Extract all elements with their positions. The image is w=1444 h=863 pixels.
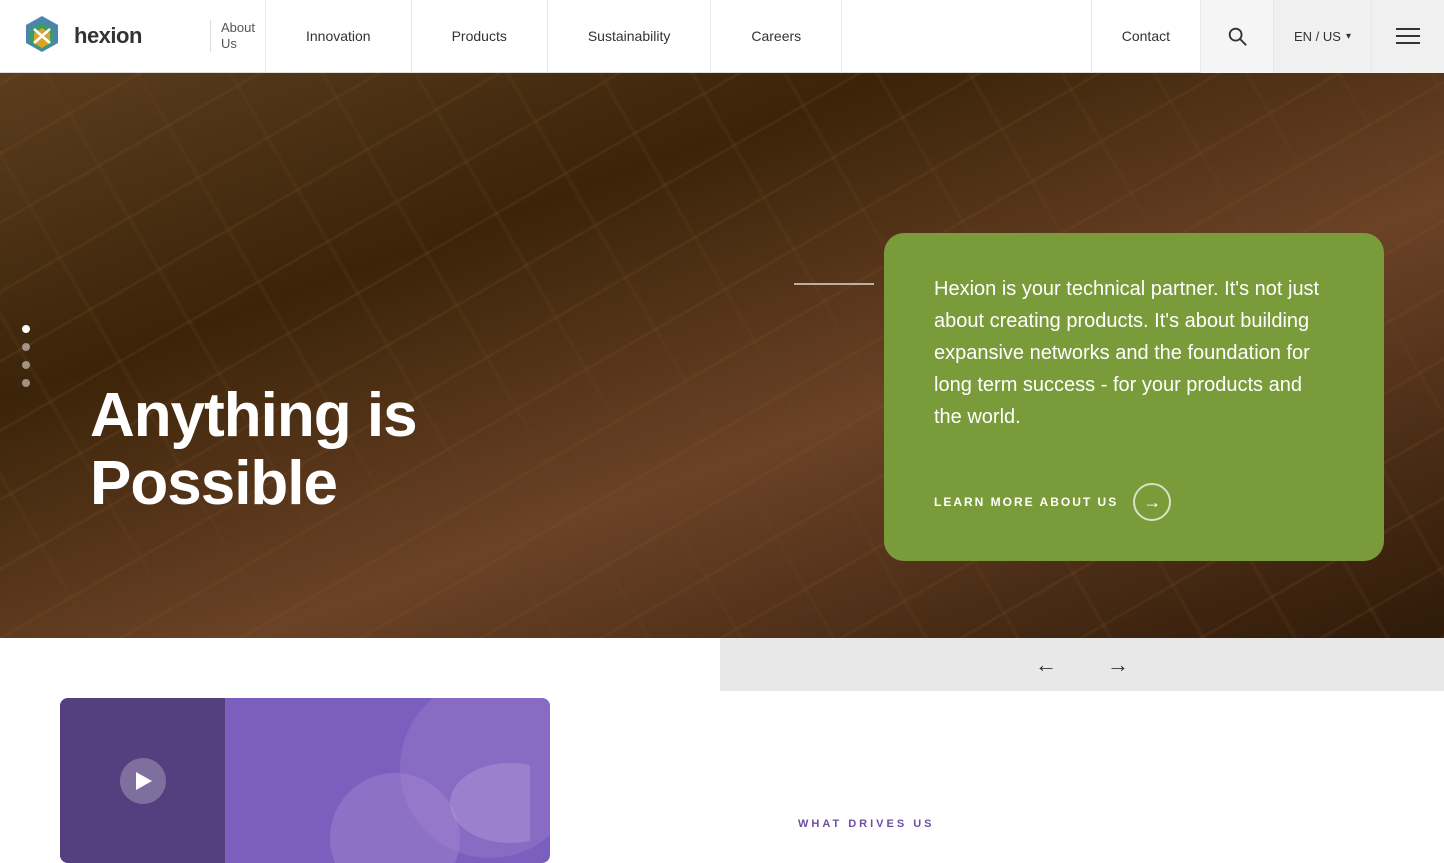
learn-more-label: LEARN MORE ABOUT US: [934, 495, 1118, 509]
slide-dots: [22, 325, 30, 387]
about-us-label[interactable]: About Us: [210, 20, 265, 51]
arrow-left-icon: ←: [1035, 652, 1057, 678]
info-card-text: Hexion is your technical partner. It's n…: [934, 273, 1334, 433]
learn-more-button[interactable]: LEARN MORE ABOUT US →: [934, 483, 1334, 521]
info-card: Hexion is your technical partner. It's n…: [884, 233, 1384, 561]
search-button[interactable]: [1200, 0, 1273, 73]
video-decorations: [220, 698, 550, 863]
arrow-right-icon: →: [1107, 652, 1129, 678]
info-card-dash-decoration: [794, 283, 874, 285]
slide-dot-2[interactable]: [22, 343, 30, 351]
bottom-area: ← → WHAT DRIVES US: [0, 638, 1444, 850]
header: hexion About Us Innovation Products Sust…: [0, 0, 1444, 73]
main-nav: Innovation Products Sustainability Caree…: [265, 0, 1091, 73]
nav-item-innovation[interactable]: Innovation: [265, 0, 412, 73]
slide-navigation: ← →: [720, 638, 1444, 691]
prev-slide-button[interactable]: ←: [1035, 652, 1057, 678]
what-drives-label: WHAT DRIVES US: [798, 818, 1384, 830]
nav-item-sustainability[interactable]: Sustainability: [548, 0, 712, 73]
video-play-area[interactable]: [60, 698, 225, 863]
slide-dot-1[interactable]: [22, 325, 30, 333]
next-slide-button[interactable]: →: [1107, 652, 1129, 678]
hexion-logo-icon: [20, 14, 64, 58]
language-selector[interactable]: EN / US ▾: [1273, 0, 1371, 73]
contact-link[interactable]: Contact: [1091, 0, 1200, 73]
slide-dot-4[interactable]: [22, 379, 30, 387]
logo-text: hexion: [74, 23, 142, 49]
video-thumbnail[interactable]: [60, 698, 550, 863]
search-icon: [1226, 25, 1248, 47]
chevron-down-icon: ▾: [1346, 31, 1351, 42]
play-icon: [136, 772, 152, 790]
nav-item-careers[interactable]: Careers: [711, 0, 842, 73]
lang-label: EN / US: [1294, 29, 1341, 44]
header-right: Contact EN / US ▾: [1091, 0, 1444, 73]
hamburger-icon: [1396, 28, 1420, 44]
hero-headline-line2: Possible: [90, 450, 417, 518]
play-button[interactable]: [120, 758, 166, 804]
nav-item-products[interactable]: Products: [412, 0, 548, 73]
hero-section: Anything is Possible Hexion is your tech…: [0, 73, 1444, 638]
arrow-right-icon: →: [1133, 483, 1171, 521]
slide-dot-3[interactable]: [22, 361, 30, 369]
hero-headline: Anything is Possible: [90, 382, 417, 518]
bottom-left: [0, 638, 718, 850]
hero-headline-line1: Anything is: [90, 382, 417, 450]
hamburger-menu-button[interactable]: [1371, 0, 1444, 73]
logo-area: hexion: [0, 14, 210, 58]
